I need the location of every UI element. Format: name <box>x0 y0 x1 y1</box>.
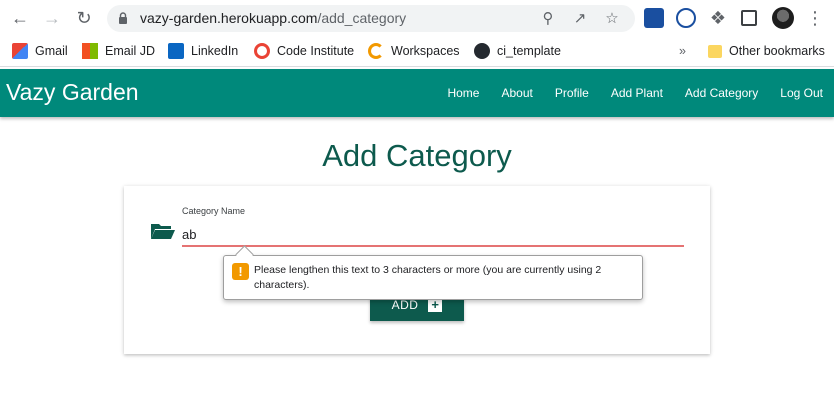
reload-icon[interactable]: ↻ <box>72 6 96 30</box>
bookmark-label: Code Institute <box>277 44 355 58</box>
bookmark-label: Workspaces <box>391 44 460 58</box>
lock-icon[interactable] <box>118 12 128 24</box>
validation-tooltip: ! Please lengthen this text to 3 charact… <box>223 255 643 300</box>
bookmark-code-institute[interactable]: Code Institute <box>254 41 354 61</box>
folder-open-icon <box>151 224 175 239</box>
bookmark-label: Gmail <box>35 44 68 58</box>
bookmark-other[interactable]: Other bookmarks <box>708 41 825 61</box>
github-icon <box>474 43 490 59</box>
kebab-menu-icon[interactable]: ⋮ <box>803 6 827 30</box>
bookmark-ci-template[interactable]: ci_template <box>474 41 561 61</box>
bookmark-label: Email JD <box>105 44 156 58</box>
extension-icon[interactable] <box>644 8 664 28</box>
nav-links: Home About Profile Add Plant Add Categor… <box>436 69 834 117</box>
site-navbar: Vazy Garden Home About Profile Add Plant… <box>0 69 834 117</box>
category-name-label: Category Name <box>182 206 246 216</box>
linkedin-icon <box>168 43 184 59</box>
back-icon[interactable]: ← <box>8 6 32 30</box>
forward-icon[interactable]: → <box>40 6 64 30</box>
validation-message: Please lengthen this text to 3 character… <box>254 264 602 291</box>
code-institute-icon <box>254 43 270 59</box>
nav-log-out[interactable]: Log Out <box>769 86 834 100</box>
extension-icon[interactable] <box>676 8 696 28</box>
nav-add-category[interactable]: Add Category <box>674 86 769 100</box>
url-host: vazy-garden.herokuapp.com <box>140 10 318 26</box>
url-text[interactable]: vazy-garden.herokuapp.com/add_category <box>140 10 406 26</box>
avatar[interactable] <box>772 7 794 29</box>
nav-add-plant[interactable]: Add Plant <box>600 86 674 100</box>
bookmarks-bar: Gmail Email JD LinkedIn Code Institute W… <box>0 36 834 67</box>
address-bar[interactable]: vazy-garden.herokuapp.com/add_category ⚲… <box>107 5 635 32</box>
bookmark-linkedin[interactable]: LinkedIn <box>168 41 238 61</box>
star-icon[interactable]: ☆ <box>603 10 621 28</box>
url-path: /add_category <box>317 10 407 26</box>
bookmark-workspaces[interactable]: Workspaces <box>368 41 460 61</box>
bookmark-gmail[interactable]: Gmail <box>12 41 68 61</box>
zoom-icon[interactable]: ⚲ <box>539 10 557 28</box>
add-button-label: ADD <box>391 298 419 312</box>
warning-icon: ! <box>232 263 249 280</box>
sidepanel-icon[interactable] <box>741 10 757 26</box>
folder-icon <box>708 44 722 58</box>
page-title: Add Category <box>322 138 512 173</box>
brand-logo[interactable]: Vazy Garden <box>6 79 139 106</box>
bookmarks-overflow[interactable]: » <box>679 41 686 61</box>
gmail-icon <box>12 43 28 59</box>
share-icon[interactable]: ↗ <box>571 10 589 28</box>
bookmark-label: ci_template <box>497 44 561 58</box>
nav-profile[interactable]: Profile <box>544 86 600 100</box>
bookmark-email-jd[interactable]: Email JD <box>82 41 155 61</box>
nav-home[interactable]: Home <box>436 86 490 100</box>
bookmark-label: LinkedIn <box>191 44 239 58</box>
puzzle-icon[interactable]: ❖ <box>706 6 730 30</box>
plus-icon: + <box>428 298 443 312</box>
bookmark-label: Other bookmarks <box>729 44 825 58</box>
nav-about[interactable]: About <box>490 86 543 100</box>
workspaces-icon <box>368 43 384 59</box>
category-name-input[interactable] <box>182 223 684 247</box>
microsoft-icon <box>82 43 98 59</box>
browser-toolbar: ← → ↻ vazy-garden.herokuapp.com/add_cate… <box>0 0 834 36</box>
